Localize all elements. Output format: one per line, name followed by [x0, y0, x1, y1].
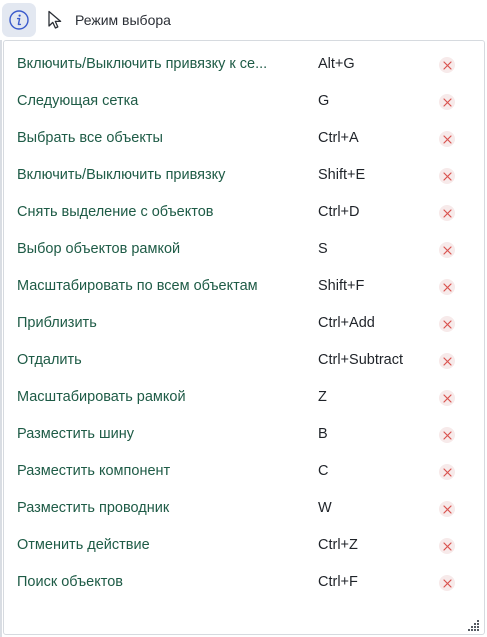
close-x-icon[interactable]	[439, 279, 455, 295]
shortcut-row[interactable]: Выбор объектов рамкой S	[4, 231, 484, 268]
shortcut-key[interactable]: Ctrl+Subtract	[318, 351, 403, 369]
shortcut-command: Разместить компонент	[17, 463, 171, 479]
shortcut-row[interactable]: Включить/Выключить привязку к се... Alt+G	[4, 46, 484, 83]
close-x-icon[interactable]	[439, 205, 455, 221]
shortcut-row[interactable]: Следующая сетка G	[4, 83, 484, 120]
shortcut-row[interactable]: Отменить действие Ctrl+Z	[4, 527, 484, 564]
close-x-icon[interactable]	[439, 316, 455, 332]
shortcut-key[interactable]: Ctrl+Z	[318, 536, 358, 554]
shortcut-key[interactable]: Ctrl+D	[318, 203, 360, 221]
shortcut-command: Включить/Выключить привязку	[17, 167, 226, 183]
shortcut-key[interactable]: Alt+G	[318, 55, 355, 73]
shortcut-row[interactable]: Масштабировать рамкой Z	[4, 379, 484, 416]
close-x-icon[interactable]	[439, 464, 455, 480]
toolbar: Режим выбора	[0, 0, 487, 40]
shortcut-row[interactable]: Разместить компонент C	[4, 453, 484, 490]
arrow-pointer-icon	[47, 10, 65, 30]
close-x-icon[interactable]	[439, 94, 455, 110]
shortcut-command: Поиск объектов	[17, 574, 123, 590]
shortcut-command: Масштабировать по всем объектам	[17, 278, 258, 294]
close-x-icon[interactable]	[439, 390, 455, 406]
shortcut-command: Выбор объектов рамкой	[17, 241, 181, 257]
shortcut-row[interactable]: Отдалить Ctrl+Subtract	[4, 342, 484, 379]
shortcut-command: Отдалить	[17, 352, 82, 368]
close-x-icon[interactable]	[439, 538, 455, 554]
background-edge	[0, 40, 2, 637]
shortcuts-panel: Включить/Выключить привязку к се... Alt+G…	[3, 40, 485, 635]
shortcut-key[interactable]: Ctrl+F	[318, 573, 358, 591]
close-x-icon[interactable]	[439, 353, 455, 369]
shortcut-command: Выбрать все объекты	[17, 130, 163, 146]
shortcut-key[interactable]: B	[318, 425, 328, 443]
close-x-icon[interactable]	[439, 501, 455, 517]
shortcut-command: Снять выделение с объектов	[17, 204, 214, 220]
shortcut-key[interactable]: W	[318, 499, 332, 517]
shortcut-command: Включить/Выключить привязку к се...	[17, 56, 268, 72]
shortcut-key[interactable]: Shift+F	[318, 277, 364, 295]
shortcut-row[interactable]: Масштабировать по всем объектам Shift+F	[4, 268, 484, 305]
shortcut-key[interactable]: G	[318, 92, 329, 110]
shortcut-row[interactable]: Приблизить Ctrl+Add	[4, 305, 484, 342]
shortcut-key[interactable]: S	[318, 240, 328, 258]
shortcut-key[interactable]: Shift+E	[318, 166, 365, 184]
shortcut-command: Отменить действие	[17, 537, 150, 553]
close-x-icon[interactable]	[439, 242, 455, 258]
shortcut-row[interactable]: Выбрать все объекты Ctrl+A	[4, 120, 484, 157]
shortcut-row[interactable]: Поиск объектов Ctrl+F	[4, 564, 484, 601]
shortcut-command: Разместить проводник	[17, 500, 170, 516]
shortcut-row[interactable]: Разместить шину B	[4, 416, 484, 453]
close-x-icon[interactable]	[439, 168, 455, 184]
shortcut-row[interactable]: Разместить проводник W	[4, 490, 484, 527]
shortcut-key[interactable]: C	[318, 462, 328, 480]
shortcut-key[interactable]: Z	[318, 388, 327, 406]
shortcut-command: Приблизить	[17, 315, 97, 331]
shortcut-command: Следующая сетка	[17, 93, 139, 109]
shortcut-command: Разместить шину	[17, 426, 134, 442]
close-x-icon[interactable]	[439, 57, 455, 73]
shortcut-command: Масштабировать рамкой	[17, 389, 186, 405]
info-button[interactable]	[2, 3, 36, 37]
shortcut-key[interactable]: Ctrl+Add	[318, 314, 375, 332]
shortcut-row[interactable]: Включить/Выключить привязку Shift+E	[4, 157, 484, 194]
close-x-icon[interactable]	[439, 131, 455, 147]
info-circle-icon	[8, 9, 30, 31]
mode-label: Режим выбора	[75, 12, 171, 28]
close-x-icon[interactable]	[439, 575, 455, 591]
shortcut-key[interactable]: Ctrl+A	[318, 129, 359, 147]
close-x-icon[interactable]	[439, 427, 455, 443]
shortcut-row[interactable]: Снять выделение с объектов Ctrl+D	[4, 194, 484, 231]
resize-grip-icon[interactable]	[468, 618, 480, 631]
